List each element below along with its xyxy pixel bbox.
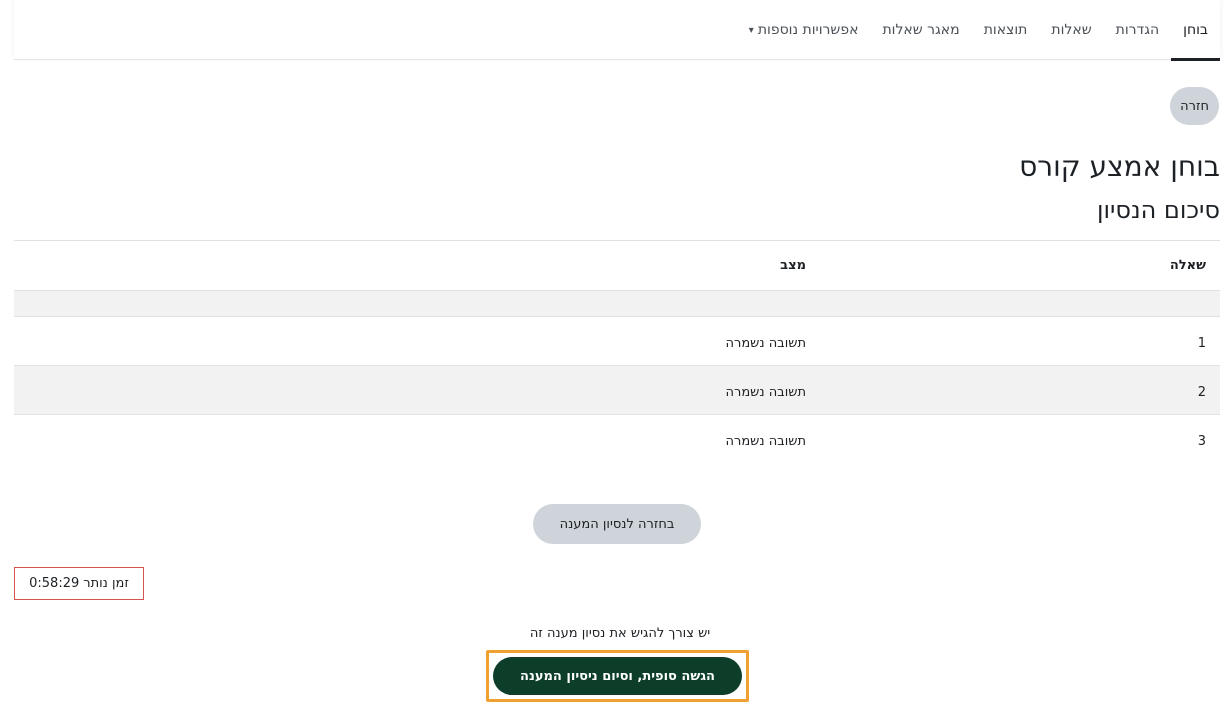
submit-notice: יש צורך להגיש את נסיון מענה זה [529, 626, 711, 641]
submit-highlight-box: הגשה סופית, וסיום ניסיון המענה [486, 650, 749, 702]
tab-question-bank[interactable]: מאגר שאלות [870, 0, 971, 60]
table-row: 1 תשובה נשמרה [14, 317, 1220, 366]
attempt-summary-table: שאלה מצב 1 תשובה נשמרה 2 תשובה נשמרה 3 ת… [14, 240, 1220, 464]
tab-questions[interactable]: שאלות [1039, 0, 1103, 60]
time-left-timer: זמן נותר 0:58:29 [14, 567, 144, 600]
header-question: שאלה [1169, 258, 1206, 273]
table-header-row: שאלה מצב [14, 241, 1220, 291]
question-number[interactable]: 3 [1198, 415, 1206, 464]
tab-label: שאלות [1051, 22, 1092, 38]
tab-label: תוצאות [983, 22, 1028, 38]
tab-label: הגדרות [1115, 22, 1160, 38]
quiz-title: בוחן אמצע קורס [1019, 150, 1220, 183]
question-number[interactable]: 1 [1198, 317, 1206, 365]
table-row: 3 תשובה נשמרה [14, 415, 1220, 464]
table-row: 2 תשובה נשמרה [14, 366, 1220, 415]
chevron-down-icon: ▾ [748, 24, 754, 36]
tab-label: אפשרויות נוספות [757, 22, 859, 38]
nav-tabs: בוחן הגדרות שאלות תוצאות מאגר שאלות אפשר… [737, 0, 1220, 61]
question-status: תשובה נשמרה [725, 335, 806, 351]
timer-label: זמן נותר [83, 576, 129, 591]
tab-settings[interactable]: הגדרות [1104, 0, 1171, 60]
tab-quiz[interactable]: בוחן [1171, 0, 1220, 61]
quiz-summary-page: בוחן הגדרות שאלות תוצאות מאגר שאלות אפשר… [0, 0, 1226, 704]
question-status: תשובה נשמרה [725, 384, 806, 400]
secondary-navigation: בוחן הגדרות שאלות תוצאות מאגר שאלות אפשר… [14, 0, 1220, 61]
tab-label: מאגר שאלות [882, 22, 960, 38]
question-number[interactable]: 2 [1198, 366, 1206, 414]
tab-results[interactable]: תוצאות [972, 0, 1040, 60]
header-status: מצב [780, 258, 806, 273]
tab-label: בוחן [1183, 22, 1208, 38]
timer-value: 0:58:29 [29, 576, 80, 591]
back-button[interactable]: חזרה [1170, 87, 1219, 125]
question-status: תשובה נשמרה [725, 434, 806, 449]
submit-all-and-finish-button[interactable]: הגשה סופית, וסיום ניסיון המענה [493, 657, 742, 695]
tab-more-options[interactable]: אפשרויות נוספות ▾ [737, 0, 871, 60]
section-title: סיכום הנסיון [1096, 196, 1220, 224]
table-spacer-row [14, 291, 1220, 317]
return-to-attempt-button[interactable]: בחזרה לנסיון המענה [533, 504, 701, 544]
